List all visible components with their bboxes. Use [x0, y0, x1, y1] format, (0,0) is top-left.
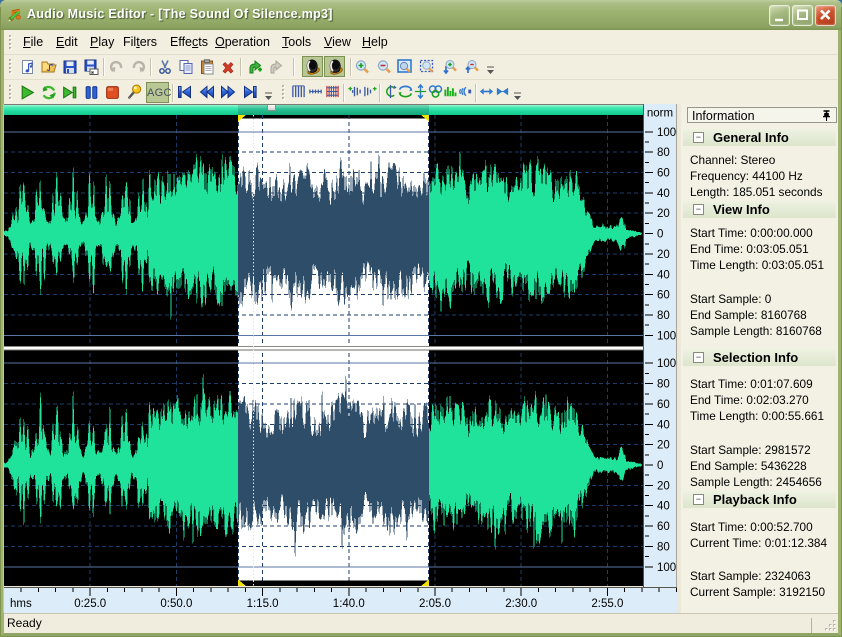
- svg-text:20: 20: [657, 440, 670, 452]
- svg-text:40: 40: [657, 269, 670, 281]
- svg-text:60: 60: [657, 521, 670, 533]
- svg-text:80: 80: [657, 147, 670, 159]
- svg-text:2:05.0: 2:05.0: [419, 598, 451, 610]
- svg-text:80: 80: [657, 310, 670, 322]
- svg-text:20: 20: [657, 208, 670, 220]
- svg-text:2:55.0: 2:55.0: [591, 598, 623, 610]
- svg-text:80: 80: [657, 541, 670, 553]
- svg-text:0: 0: [657, 229, 663, 241]
- svg-text:1:15.0: 1:15.0: [247, 598, 279, 610]
- svg-text:60: 60: [657, 399, 670, 411]
- svg-text:40: 40: [657, 419, 670, 431]
- svg-text:40: 40: [657, 501, 670, 513]
- svg-text:2:30.0: 2:30.0: [505, 598, 537, 610]
- svg-text:1:40.0: 1:40.0: [333, 598, 365, 610]
- svg-text:0:25.0: 0:25.0: [74, 598, 106, 610]
- svg-text:100: 100: [657, 358, 676, 370]
- svg-text:100: 100: [657, 330, 676, 342]
- svg-text:norm: norm: [647, 108, 673, 120]
- svg-text:0:50.0: 0:50.0: [160, 598, 192, 610]
- svg-text:60: 60: [657, 168, 670, 180]
- svg-text:20: 20: [657, 480, 670, 492]
- svg-text:100: 100: [657, 127, 676, 139]
- svg-text:0: 0: [657, 460, 663, 472]
- svg-text:20: 20: [657, 249, 670, 261]
- svg-text:hms: hms: [10, 598, 32, 610]
- svg-text:100: 100: [657, 562, 676, 574]
- svg-text:60: 60: [657, 290, 670, 302]
- svg-text:40: 40: [657, 188, 670, 200]
- svg-text:80: 80: [657, 379, 670, 391]
